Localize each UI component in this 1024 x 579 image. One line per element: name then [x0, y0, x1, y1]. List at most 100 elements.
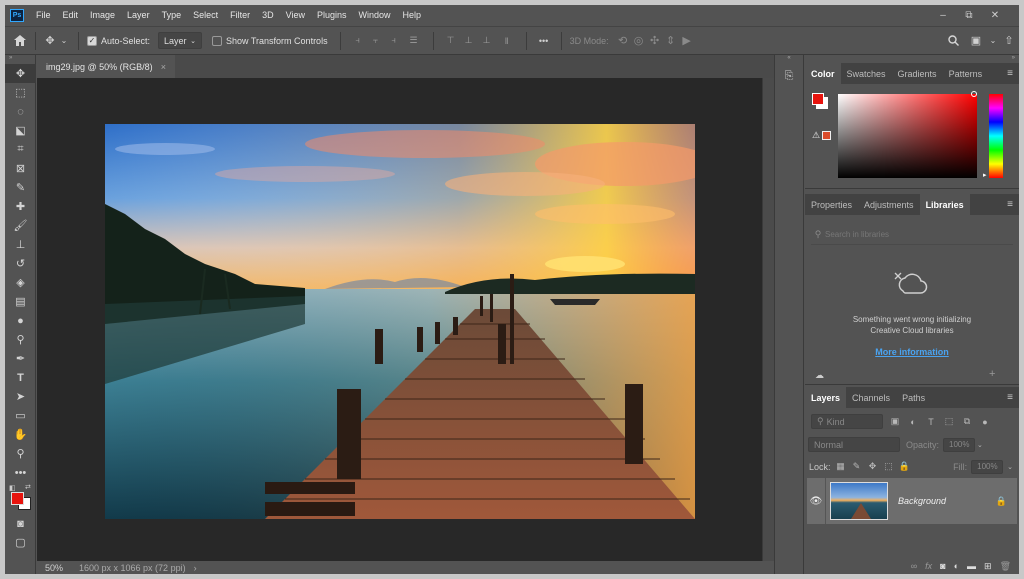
dodge-tool-icon[interactable]: ⚲ [5, 330, 36, 349]
trash-icon[interactable]: 🗑 [1000, 561, 1011, 572]
path-select-tool-icon[interactable]: ➤ [5, 387, 36, 406]
home-icon[interactable] [5, 31, 35, 51]
tab-color[interactable]: Color [805, 63, 841, 84]
show-transform-checkbox[interactable] [212, 35, 223, 46]
search-icon[interactable] [941, 31, 965, 51]
filter-smart-object-icon[interactable]: ⧉ [961, 416, 973, 427]
auto-select-checkbox[interactable]: ✓ [87, 35, 97, 46]
distribute-horizontal-icon[interactable]: ‖ [496, 31, 518, 51]
auto-select-dropdown[interactable]: Layer ⌄ [158, 32, 203, 49]
tab-adjustments[interactable]: Adjustments [858, 194, 920, 215]
healing-brush-tool-icon[interactable]: ✚ [5, 197, 36, 216]
object-select-tool-icon[interactable]: ⬕ [5, 121, 36, 140]
filter-pixel-icon[interactable]: ▣ [889, 416, 901, 427]
3d-orbit-icon[interactable]: ⟲ [615, 31, 631, 51]
history-panel-icon[interactable]: ⎘ [775, 65, 803, 87]
align-right-icon[interactable]: ⫞ [385, 31, 403, 51]
document-tab[interactable]: img29.jpg @ 50% (RGB/8) × [37, 55, 175, 78]
layer-row[interactable]: 👁 Background 🔒 [807, 478, 1017, 524]
chevron-down-icon[interactable]: ⌄ [1007, 463, 1013, 471]
default-colors-icon[interactable]: ◧ [9, 484, 16, 492]
menu-window[interactable]: Window [353, 5, 397, 26]
filter-type-icon[interactable]: T [925, 417, 937, 427]
opacity-input[interactable]: 100% [943, 437, 976, 452]
tab-swatches[interactable]: Swatches [841, 63, 892, 84]
color-field[interactable] [838, 94, 977, 178]
distribute-vertical-icon[interactable]: ☰ [403, 31, 425, 51]
hue-slider[interactable] [989, 94, 1003, 178]
menu-select[interactable]: Select [187, 5, 224, 26]
hue-slider-handle[interactable]: ▸ [983, 171, 987, 179]
blend-mode-dropdown[interactable]: Normal [808, 437, 900, 452]
crop-tool-icon[interactable]: ⌗ [5, 140, 36, 159]
filter-adjustment-icon[interactable]: ◐ [907, 417, 919, 427]
fx-icon[interactable]: fx [925, 561, 932, 571]
lock-position-icon[interactable]: ✥ [867, 461, 879, 472]
move-tool-icon[interactable]: ✥ [5, 64, 36, 83]
3d-slide-icon[interactable]: ⇕ [663, 31, 679, 51]
tab-gradients[interactable]: Gradients [892, 63, 943, 84]
library-search[interactable]: ⚲ Search in libraries [811, 225, 1013, 245]
menu-type[interactable]: Type [156, 5, 188, 26]
layer-name[interactable]: Background [898, 496, 946, 506]
document-image[interactable] [105, 124, 695, 519]
close-button[interactable]: ✕ [982, 5, 1008, 26]
tab-libraries[interactable]: Libraries [919, 194, 970, 215]
3d-roll-icon[interactable]: ◎ [631, 31, 647, 51]
eye-icon[interactable]: 👁 [807, 496, 825, 507]
marquee-tool-icon[interactable]: ⬚ [5, 83, 36, 102]
menu-help[interactable]: Help [397, 5, 428, 26]
shape-tool-icon[interactable]: ▭ [5, 406, 36, 425]
type-tool-icon[interactable]: T [5, 368, 36, 387]
collapse-icon[interactable]: » [5, 55, 35, 64]
pen-tool-icon[interactable]: ✒ [5, 349, 36, 368]
link-icon[interactable]: ∞ [911, 561, 917, 571]
3d-scale-icon[interactable]: ▶ [679, 31, 695, 51]
zoom-level[interactable]: 50% [37, 563, 75, 573]
more-options-button[interactable]: ••• [535, 31, 553, 51]
collapse-icon[interactable]: « [775, 55, 803, 65]
lasso-tool-icon[interactable]: ◌ [5, 102, 36, 121]
eyedropper-tool-icon[interactable]: ✎ [5, 178, 36, 197]
minimize-button[interactable]: – [930, 5, 956, 26]
panel-menu-icon[interactable]: ≡ [1001, 387, 1019, 408]
layer-thumbnail[interactable] [830, 482, 888, 520]
align-vcenter-icon[interactable]: ⊥ [460, 31, 478, 51]
new-layer-icon[interactable]: ⊞ [984, 561, 992, 572]
history-brush-tool-icon[interactable]: ↺ [5, 254, 36, 273]
menu-view[interactable]: View [280, 5, 311, 26]
lock-all-icon[interactable]: 🔒 [899, 461, 911, 472]
zoom-tool-icon[interactable]: ⚲ [5, 444, 36, 463]
tab-patterns[interactable]: Patterns [943, 63, 989, 84]
lock-transparent-icon[interactable]: ▦ [835, 461, 847, 472]
screen-mode-icon[interactable]: ▢ [5, 533, 36, 552]
tab-layers[interactable]: Layers [805, 387, 847, 408]
restore-button[interactable]: ⧉ [956, 5, 982, 26]
panel-menu-icon[interactable]: ≡ [1001, 63, 1019, 84]
hand-tool-icon[interactable]: ✋ [5, 425, 36, 444]
filter-shape-icon[interactable]: ⬚ [943, 416, 955, 427]
add-library-icon[interactable]: + [989, 368, 995, 380]
eraser-tool-icon[interactable]: ◈ [5, 273, 36, 292]
close-tab-icon[interactable]: × [161, 62, 166, 72]
menu-image[interactable]: Image [84, 5, 121, 26]
cloud-sync-icon[interactable]: ☁ [815, 370, 824, 381]
brush-tool-icon[interactable]: 🖌 [5, 216, 36, 235]
fill-input[interactable]: 100% [971, 459, 1004, 474]
status-arrow-icon[interactable]: › [194, 563, 197, 573]
collapse-icon[interactable]: » [805, 55, 1019, 63]
move-tool-icon[interactable]: ✥ [42, 31, 58, 51]
more-information-link[interactable]: More information [805, 347, 1019, 357]
edit-toolbar-icon[interactable]: ••• [5, 463, 36, 482]
3d-pan-icon[interactable]: ✣ [647, 31, 663, 51]
align-left-icon[interactable]: ⫞ [349, 31, 367, 51]
chevron-down-icon[interactable]: ⌄ [58, 31, 70, 51]
swap-colors-icon[interactable]: ⇄ [25, 483, 31, 491]
foreground-color-swatch[interactable] [11, 492, 24, 505]
gamut-warning-icon[interactable]: ⚠ [812, 130, 820, 141]
chevron-down-icon[interactable]: ⌄ [987, 31, 999, 51]
menu-edit[interactable]: Edit [57, 5, 85, 26]
tab-paths[interactable]: Paths [896, 387, 931, 408]
gradient-tool-icon[interactable]: ▤ [5, 292, 36, 311]
mask-icon[interactable]: ◙ [940, 561, 945, 571]
